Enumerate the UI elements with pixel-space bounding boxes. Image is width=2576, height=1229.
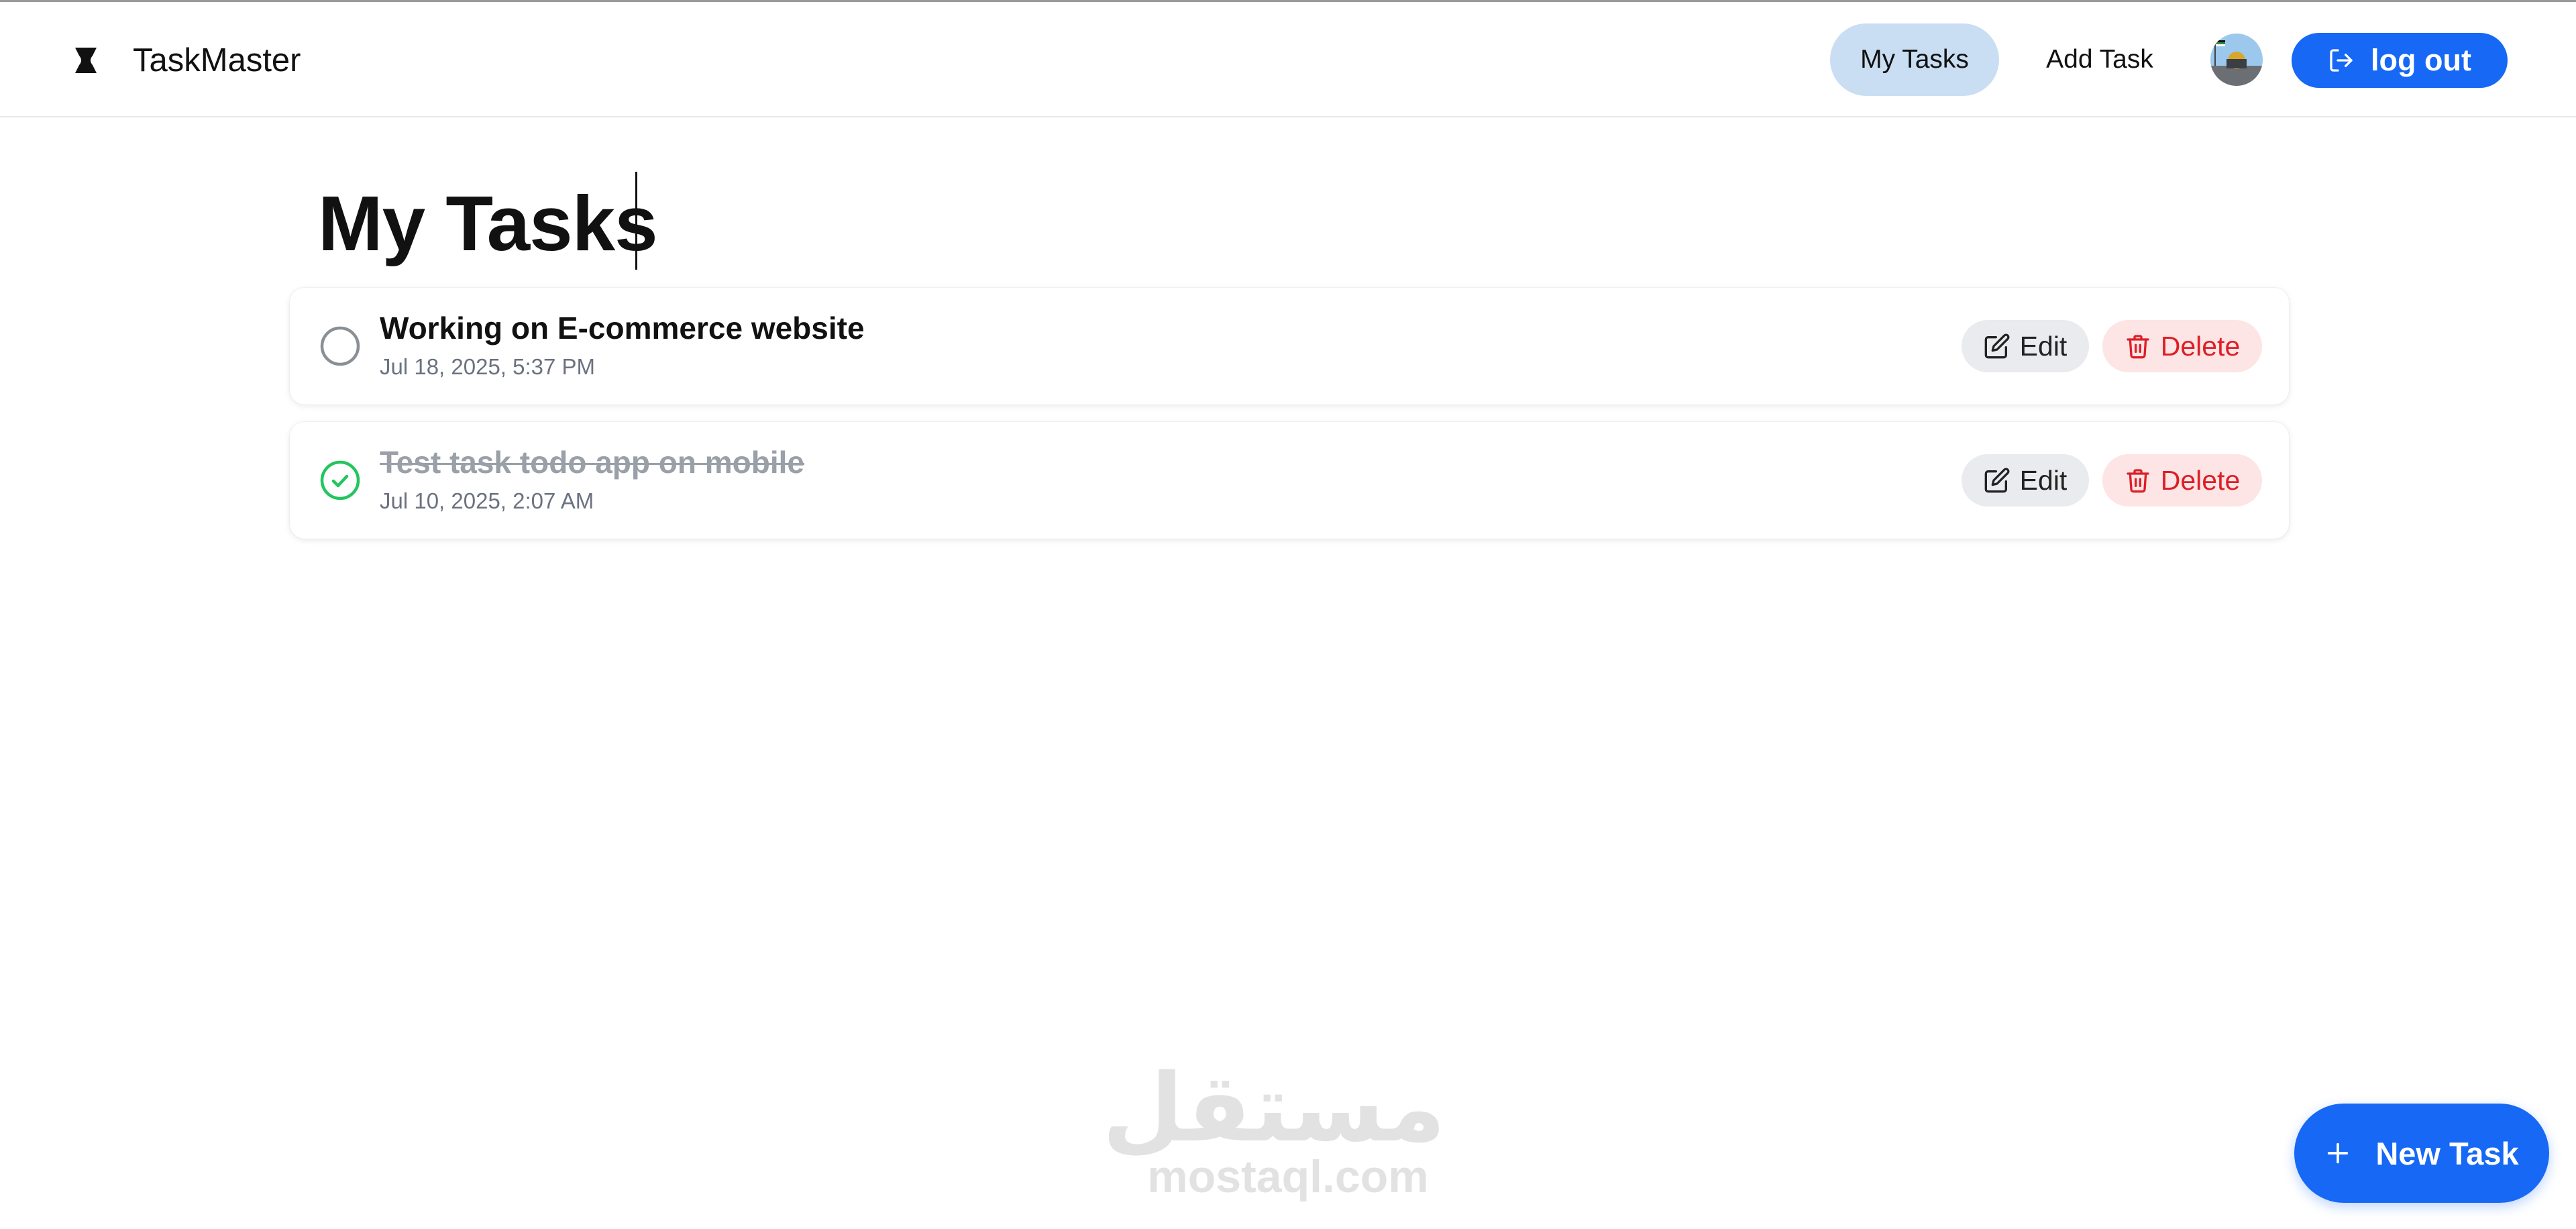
task-card: Working on E-commerce website Jul 18, 20… (290, 288, 2289, 405)
task-date: Jul 18, 2025, 5:37 PM (380, 354, 596, 379)
checked-circle-icon[interactable] (319, 460, 361, 501)
new-task-button[interactable]: New Task (2294, 1104, 2549, 1203)
watermark: مستقل mostaql.com (1102, 1054, 1446, 1206)
nav-my-tasks[interactable]: My Tasks (1830, 23, 1999, 96)
task-date: Jul 10, 2025, 2:07 AM (380, 488, 594, 513)
edit-icon (1984, 333, 2010, 359)
hourglass-logo-icon (75, 48, 97, 73)
app-window: TaskMaster My Tasks Add Task log out My … (0, 0, 2576, 1229)
trash-icon (2127, 469, 2149, 493)
edit-icon (1984, 468, 2010, 493)
watermark-arabic: مستقل (1102, 1054, 1446, 1163)
edit-button[interactable]: Edit (1962, 320, 2089, 372)
unchecked-circle-icon[interactable] (319, 325, 361, 367)
edit-label: Edit (2019, 330, 2068, 362)
task-card: Test task todo app on mobile Jul 10, 202… (290, 422, 2289, 539)
new-task-label: New Task (2375, 1135, 2519, 1171)
delete-button[interactable]: Delete (2102, 320, 2262, 372)
delete-label: Delete (2160, 464, 2241, 496)
edit-button[interactable]: Edit (1962, 454, 2089, 506)
watermark-latin: mostaql.com (1147, 1151, 1429, 1202)
user-avatar-image (2210, 34, 2263, 86)
text-cursor (635, 172, 637, 270)
page-title: My Tasks (318, 180, 658, 267)
logout-button[interactable]: log out (2292, 33, 2508, 88)
app-name: TaskMaster (133, 42, 301, 78)
plus-icon (2328, 1142, 2349, 1164)
edit-label: Edit (2019, 464, 2068, 496)
logout-label: log out (2371, 43, 2471, 77)
delete-button[interactable]: Delete (2102, 454, 2262, 506)
delete-label: Delete (2160, 330, 2241, 362)
nav-add-task[interactable]: Add Task (2019, 23, 2180, 96)
task-title: Working on E-commerce website (380, 311, 865, 345)
avatar[interactable] (2210, 34, 2263, 86)
logout-icon (2330, 49, 2353, 72)
trash-icon (2127, 335, 2149, 359)
task-title: Test task todo app on mobile (380, 445, 804, 480)
top-navbar: TaskMaster My Tasks Add Task log out (0, 2, 2576, 117)
brand[interactable]: TaskMaster (72, 41, 301, 80)
